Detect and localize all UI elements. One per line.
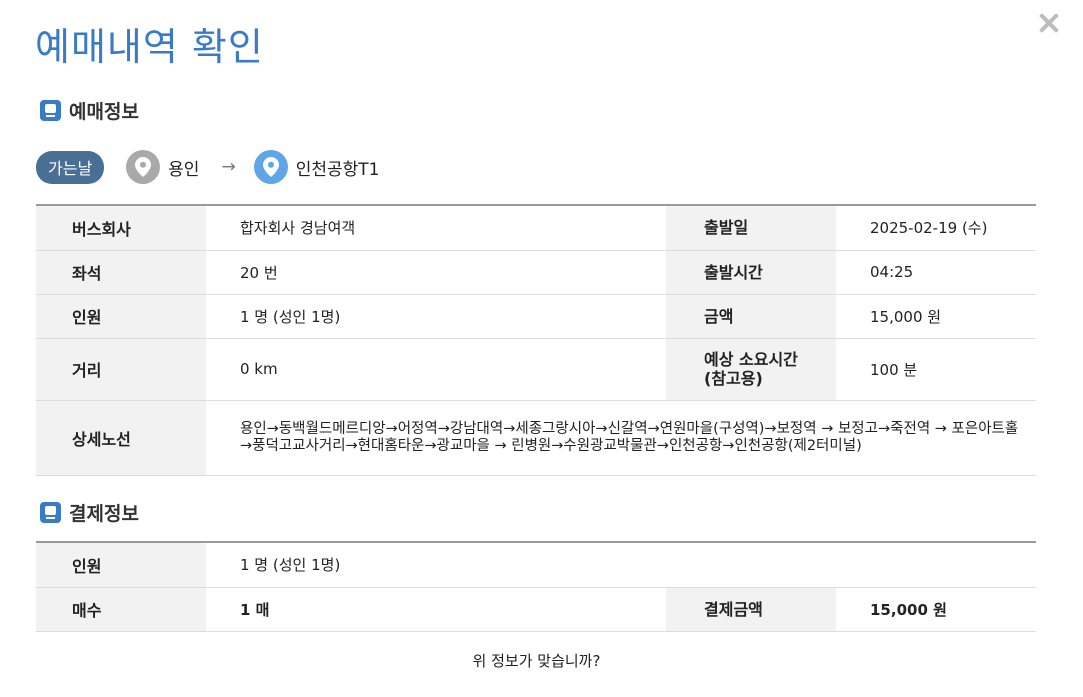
table-row: 좌석 20 번 출발시간 04:25 (36, 250, 1036, 295)
arrow-right-icon: → (221, 157, 236, 177)
route-detail-label: 상세노선 (36, 400, 206, 476)
bus-icon (40, 100, 61, 121)
seat-label: 좌석 (36, 250, 206, 295)
price-label: 금액 (666, 294, 836, 339)
distance-label: 거리 (36, 338, 206, 401)
duration-label: 예상 소요시간 (참고용) (666, 338, 836, 401)
payment-amount-value: 15,000 원 (836, 587, 1036, 632)
table-row: 거리 0 km 예상 소요시간 (참고용) 100 분 (36, 338, 1036, 401)
seat-value: 20 번 (206, 250, 666, 295)
payment-amount-label: 결제금액 (666, 587, 836, 632)
location-pin-icon (126, 150, 161, 184)
date-label: 출발일 (666, 205, 836, 251)
route-summary: 가는날 용인 → 인천공항T1 (36, 150, 379, 184)
payment-section-heading: 결제정보 (40, 499, 139, 526)
table-row: 상세노선 용인→동백월드메르디앙→어정역→강남대역→세종그랑시아→신갈역→연원마… (36, 400, 1036, 476)
price-value: 15,000 원 (836, 294, 1036, 339)
table-row: 인원 1 명 (성인 1명) 금액 15,000 원 (36, 294, 1036, 339)
time-label: 출발시간 (666, 250, 836, 295)
duration-value: 100 분 (836, 338, 1036, 401)
route-detail-value: 용인→동백월드메르디앙→어정역→강남대역→세종그랑시아→신갈역→연원마을(구성역… (206, 400, 1036, 476)
people-label: 인원 (36, 294, 206, 339)
people-value: 1 명 (성인 1명) (206, 294, 666, 339)
reservation-heading-label: 예매정보 (69, 101, 139, 123)
location-pin-icon (253, 150, 288, 184)
table-row: 매수 1 매 결제금액 15,000 원 (36, 587, 1036, 632)
origin-name: 용인 (168, 159, 200, 180)
table-row: 버스회사 합자회사 경남여객 출발일 2025-02-19 (수) (36, 205, 1036, 251)
payment-people-value: 1 명 (성인 1명) (206, 542, 1036, 588)
company-value: 합자회사 경남여객 (206, 205, 666, 251)
company-label: 버스회사 (36, 205, 206, 251)
payment-people-label: 인원 (36, 542, 206, 588)
table-row: 인원 1 명 (성인 1명) (36, 542, 1036, 588)
close-icon[interactable] (1036, 10, 1062, 36)
page-title: 예매내역 확인 (35, 25, 264, 69)
destination-name: 인천공항T1 (295, 159, 380, 180)
payment-heading-label: 결제정보 (69, 503, 139, 525)
time-value: 04:25 (836, 250, 1036, 295)
payment-table: 인원 1 명 (성인 1명) 매수 1 매 결제금액 15,000 원 (36, 541, 1036, 632)
ticket-count-value: 1 매 (206, 587, 666, 632)
reservation-section-heading: 예매정보 (40, 97, 139, 124)
confirm-question: 위 정보가 맞습니까? (472, 652, 601, 670)
reservation-table: 버스회사 합자회사 경남여객 출발일 2025-02-19 (수) 좌석 20 … (36, 204, 1036, 476)
direction-badge: 가는날 (36, 150, 105, 184)
distance-value: 0 km (206, 338, 666, 401)
ticket-count-label: 매수 (36, 587, 206, 632)
bus-icon (40, 502, 61, 523)
date-value: 2025-02-19 (수) (836, 205, 1036, 251)
